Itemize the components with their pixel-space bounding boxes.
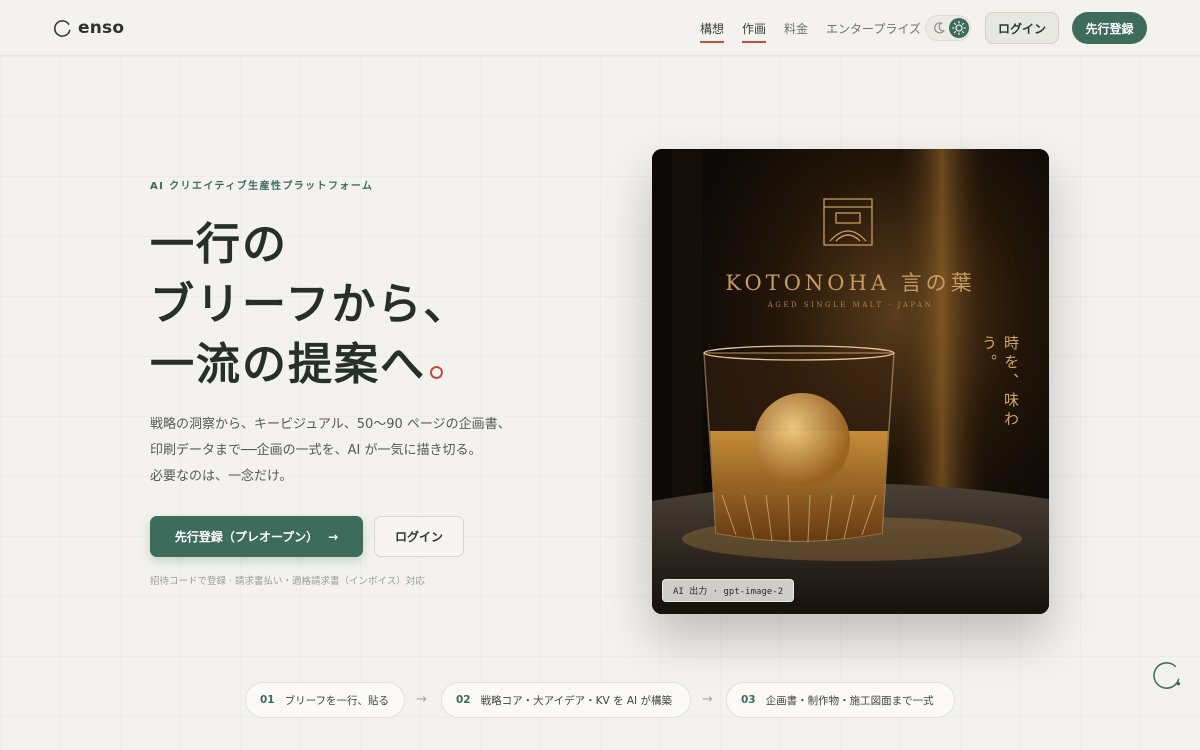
enso-circle-icon[interactable]: [1150, 659, 1183, 692]
nav-item-concept[interactable]: 構想: [700, 0, 725, 56]
step-label: 企画書・制作物・施工図面まで一式: [765, 694, 934, 707]
step-number: 02: [456, 694, 471, 706]
description-line-3: 必要なのは、一念だけ。: [150, 469, 293, 484]
step-1: 01 ブリーフを一行、貼る: [245, 682, 405, 718]
header-login-button[interactable]: ログイン: [985, 12, 1059, 44]
hero-eyebrow: AI クリエイティブ生産性プラットフォーム: [150, 181, 374, 192]
brand-logo[interactable]: enso: [53, 18, 124, 38]
theme-toggle[interactable]: [925, 15, 971, 41]
visual-brand-title: KOTONOHA 言の葉: [725, 271, 976, 295]
sun-icon: [949, 18, 969, 38]
headline-line-3-text: 一流の提案へ: [150, 339, 426, 390]
main-nav: 構想 作画 料金 エンタープライズ: [700, 0, 921, 56]
step-number: 01: [260, 694, 275, 706]
moon-icon: [934, 22, 945, 34]
visual-vertical-copy: 時を、味わう。: [980, 335, 1020, 430]
headline-line-2: ブリーフから、: [150, 279, 470, 330]
nav-item-illustration[interactable]: 作画: [742, 0, 767, 56]
arrow-right-icon: →: [328, 529, 339, 544]
whisky-key-visual: [652, 149, 1049, 614]
ai-output-badge: AI 出力 · gpt-image-2: [662, 579, 795, 602]
step-label: 戦略コア・大アイデア・KV を AI が構築: [480, 694, 672, 707]
headline-line-3: 一流の提案へ: [150, 335, 630, 395]
signup-note: 招待コードで登録 · 請求書払い・適格請求書（インボイス）対応: [150, 576, 425, 587]
arrow-right-icon: →: [416, 692, 427, 707]
description-line-2: 印刷データまで──企画の一式を、AI が一気に描き切る。: [150, 443, 482, 458]
nav-item-pricing[interactable]: 料金: [784, 0, 808, 56]
top-header: enso 構想 作画 料金 エンタープライズ ログイン 先行登録: [0, 0, 1200, 56]
step-2: 02 戦略コア・大アイデア・KV を AI が構築: [441, 682, 691, 718]
preopen-signup-label: 先行登録（プレオープン）: [174, 530, 319, 544]
enso-circle-icon: [54, 19, 71, 37]
step-number: 03: [741, 694, 756, 706]
hero-login-button[interactable]: ログイン: [374, 516, 464, 557]
visual-brand-subtitle: AGED SINGLE MALT · JAPAN: [767, 301, 934, 309]
description-line-1: 戦略の洞察から、キービジュアル、50〜90 ページの企画書、: [150, 417, 511, 432]
step-label: ブリーフを一行、貼る: [284, 694, 389, 707]
preopen-signup-button[interactable]: 先行登録（プレオープン） →: [150, 516, 363, 557]
circle-mark-icon: [430, 366, 443, 379]
arrow-right-icon: →: [702, 692, 713, 707]
hero-description: 戦略の洞察から、キービジュアル、50〜90 ページの企画書、 印刷データまで──…: [150, 412, 550, 490]
headline-line-1: 一行の: [150, 219, 288, 270]
hero-headline: 一行の ブリーフから、 一流の提案へ: [150, 215, 630, 395]
ai-output-visual: KOTONOHA 言の葉 AGED SINGLE MALT · JAPAN 時を…: [652, 149, 1049, 614]
header-signup-button[interactable]: 先行登録: [1072, 12, 1147, 44]
nav-item-enterprise[interactable]: エンタープライズ: [826, 0, 921, 56]
brand-name: enso: [78, 18, 125, 38]
step-3: 03 企画書・制作物・施工図面まで一式: [726, 682, 955, 718]
